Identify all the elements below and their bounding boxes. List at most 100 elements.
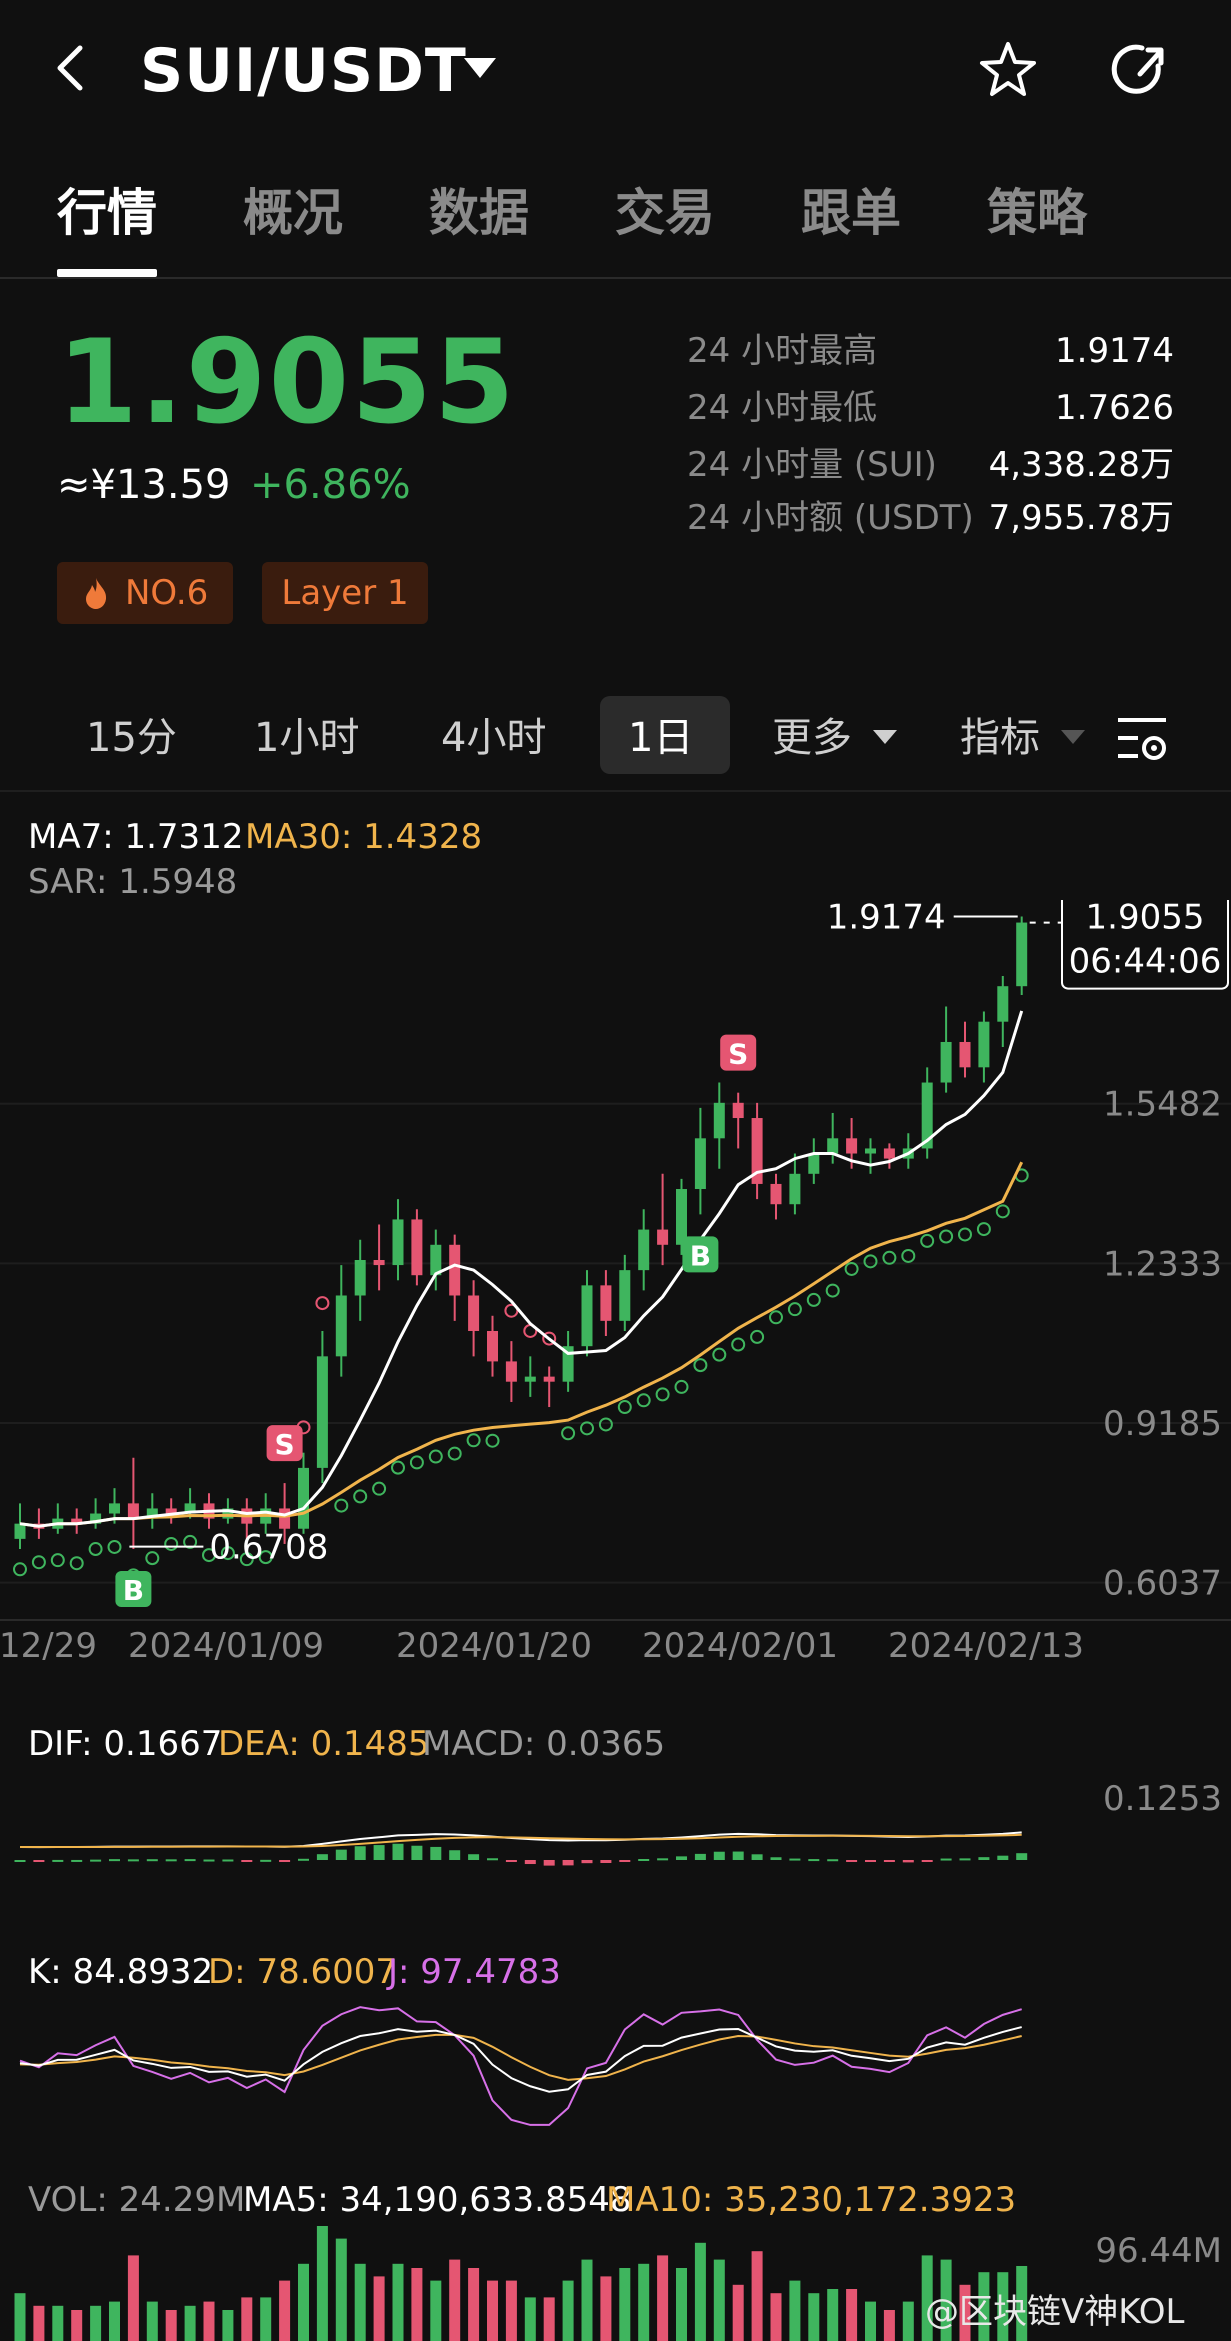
sar-dot (107, 1539, 122, 1554)
stat-value-low: 1.7626 (1055, 388, 1174, 428)
macd-bar (335, 1849, 347, 1860)
rank-tag[interactable]: NO.6 (57, 562, 233, 624)
candle-body (1016, 922, 1028, 987)
volume-bar (222, 2310, 234, 2341)
sar-dot (428, 1449, 443, 1464)
kdj-chart[interactable] (0, 1995, 1231, 2135)
volume-bar (657, 2255, 669, 2341)
candle-body (827, 1138, 839, 1154)
candle-body (354, 1260, 366, 1296)
volume-bar (827, 2289, 839, 2341)
indicator-button[interactable]: 指标 (960, 710, 1040, 766)
macd-bar (449, 1850, 461, 1860)
timeframe-1d[interactable]: 1日 (628, 710, 693, 766)
macd-bar (638, 1858, 650, 1861)
candle-body (127, 1503, 139, 1519)
sar-dot (712, 1347, 727, 1362)
sar-dot (769, 1310, 783, 1325)
y-tick-label: 1.2333 (1103, 1244, 1222, 1284)
macd-bar (978, 1857, 990, 1860)
volume-bar (298, 2263, 309, 2341)
candle-body (335, 1295, 347, 1357)
tab-strategy[interactable]: 策略 (987, 183, 1087, 243)
candle-body (581, 1285, 593, 1347)
stat-value-volume: 4,338.28万 (988, 445, 1174, 485)
volume-bar (846, 2289, 858, 2341)
tab-copy-trading[interactable]: 跟单 (801, 183, 901, 243)
volume-bar (33, 2305, 45, 2341)
macd-bar (846, 1860, 858, 1862)
timeframe-4h[interactable]: 4小时 (441, 710, 546, 766)
stat-label-high: 24 小时最高 (687, 331, 878, 371)
volume-bar (808, 2293, 820, 2341)
candlestick-chart[interactable]: 1.5482 1.2333 0.9185 0.6037 12/29 2024/01/09 2… (0, 900, 1231, 1660)
volume-bar (770, 2293, 782, 2341)
macd-bar (789, 1858, 801, 1861)
candle-body (713, 1102, 725, 1139)
macd-bar (411, 1845, 423, 1860)
sar-dot (69, 1556, 84, 1571)
back-arrow-icon[interactable] (50, 38, 90, 98)
volume-bar (487, 2280, 498, 2341)
candle-body (316, 1356, 328, 1468)
macd-bar (1016, 1853, 1028, 1860)
candle-body (487, 1330, 498, 1362)
sar-dot (901, 1248, 916, 1263)
tab-trade[interactable]: 交易 (615, 183, 715, 243)
category-tag[interactable]: Layer 1 (262, 562, 428, 624)
y-tick-label: 1.5482 (1103, 1085, 1222, 1125)
volume-bar (52, 2305, 64, 2341)
candle-body (279, 1508, 291, 1529)
last-price-box-price: 1.9055 (1086, 900, 1205, 938)
caret-down-icon[interactable] (1061, 730, 1085, 746)
timeframe-1h[interactable]: 1小时 (254, 710, 359, 766)
volume-bar (316, 2226, 328, 2341)
tab-overview[interactable]: 概况 (243, 183, 343, 243)
timeframe-more[interactable]: 更多 (772, 710, 852, 766)
sar-dot (636, 1393, 651, 1408)
star-icon[interactable] (976, 38, 1040, 102)
volume-bar (638, 2263, 650, 2341)
macd-bar (959, 1858, 971, 1861)
macd-bar (808, 1859, 820, 1862)
macd-bar (430, 1846, 442, 1860)
share-icon[interactable] (1106, 38, 1170, 102)
caret-down-icon[interactable] (462, 56, 498, 80)
candle-body (676, 1189, 687, 1245)
candle-body (732, 1102, 744, 1119)
kdj-j-legend: J: 97.4783 (388, 1952, 561, 1992)
signal-badge-label: B (690, 1239, 711, 1272)
macd-bar (865, 1860, 876, 1862)
macd-bar (770, 1857, 782, 1860)
ma30-line (19, 1161, 1024, 1528)
stat-label-turnover: 24 小时额 (USDT) (687, 498, 974, 538)
volume-bar (524, 2297, 536, 2341)
volume-bar (505, 2280, 517, 2341)
candle-body (959, 1041, 971, 1068)
candle-body (411, 1219, 423, 1276)
macd-chart[interactable]: 0.1253 (0, 1760, 1231, 1910)
divider (0, 790, 1231, 792)
volume-bar (468, 2268, 480, 2341)
macd-bar (71, 1859, 83, 1862)
candle-body (865, 1148, 876, 1154)
sar-dot (334, 1498, 349, 1513)
sar-legend: SAR: 1.5948 (28, 862, 238, 902)
candle-body (14, 1523, 26, 1539)
candle-body (638, 1229, 650, 1271)
volume-bar (751, 2251, 763, 2341)
cny-price: ≈¥13.59 (57, 462, 231, 508)
pair-title[interactable]: SUI/USDT (140, 36, 467, 106)
tab-market[interactable]: 行情 (57, 183, 157, 243)
timeframe-15m[interactable]: 15分 (86, 710, 177, 766)
chart-settings-icon[interactable] (1114, 710, 1170, 766)
volume-bar (14, 2293, 26, 2341)
caret-down-icon[interactable] (873, 730, 897, 746)
change-percent: +6.86% (250, 462, 411, 508)
tab-data[interactable]: 数据 (429, 183, 529, 243)
volume-bar (184, 2305, 196, 2341)
macd-bar (90, 1859, 102, 1862)
macd-bar (600, 1860, 612, 1863)
fire-icon (86, 578, 107, 609)
stat-value-turnover: 7,955.78万 (988, 498, 1174, 538)
